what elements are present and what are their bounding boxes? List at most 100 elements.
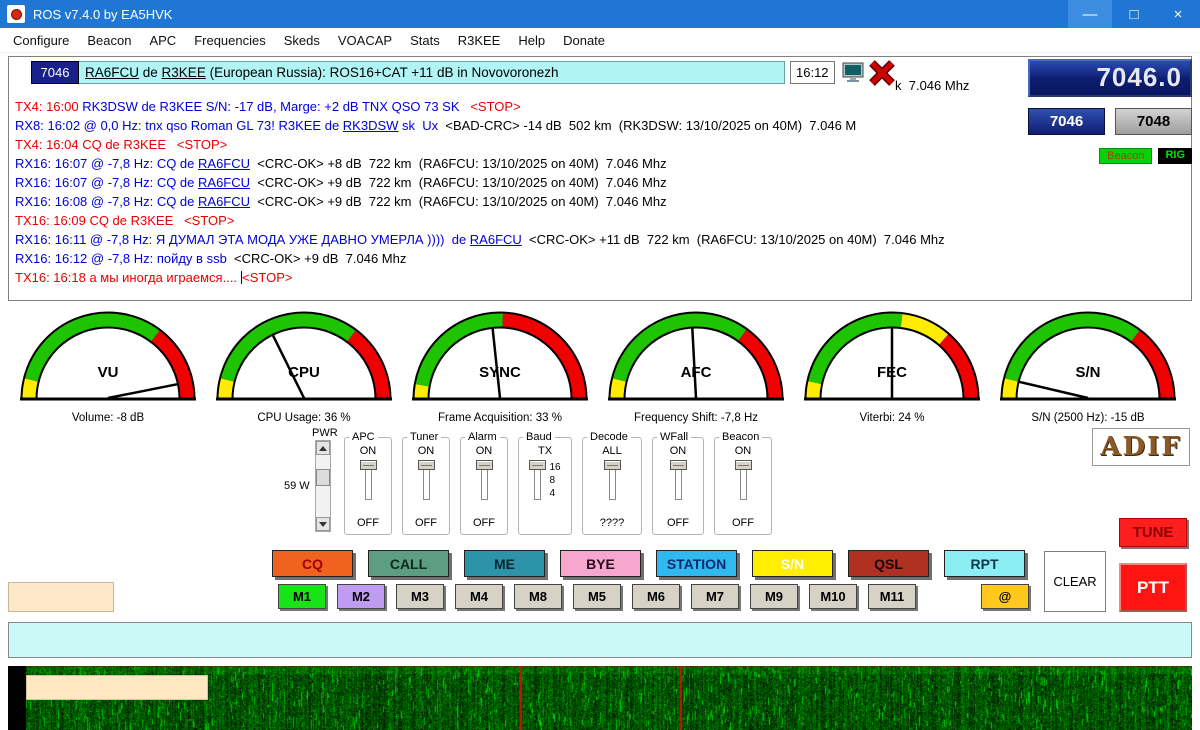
menu-item-apc[interactable]: APC — [140, 28, 185, 52]
group-title: Decode — [587, 431, 631, 443]
menu-item-r3kee[interactable]: R3KEE — [449, 28, 510, 52]
close-button[interactable]: × — [1156, 0, 1200, 28]
gauge-caption: S/N (2500 Hz): -15 dB — [990, 412, 1186, 424]
me-button[interactable]: ME — [464, 550, 545, 577]
decode-switch[interactable] — [604, 460, 621, 500]
gauge-caption: Frame Acquisition: 33 % — [402, 412, 598, 424]
switch-top-label: ON — [403, 445, 449, 457]
adif-button[interactable]: ADIF — [1092, 428, 1190, 466]
callsign-link[interactable]: R3KEE — [162, 65, 206, 80]
alarm-switch[interactable] — [476, 460, 493, 500]
slider-up-arrow[interactable] — [316, 441, 330, 455]
vfo-b-button[interactable]: 7048 — [1115, 108, 1192, 135]
switch-bottom-label: OFF — [403, 517, 449, 529]
callsign-link[interactable]: RA6FCU — [198, 175, 250, 190]
macro-buttons-row2: M1 M2 M3 M4 M8 M5 M6 M7 M9 M10 M11 @ — [278, 584, 1029, 609]
close-popup-icon[interactable] — [868, 60, 896, 86]
m2-button[interactable]: M2 — [337, 584, 385, 609]
cq-button[interactable]: CQ — [272, 550, 353, 577]
m1-button[interactable]: M1 — [278, 584, 326, 609]
baud-switch[interactable] — [529, 460, 546, 500]
apc-switch[interactable] — [360, 460, 377, 500]
svg-text:CPU: CPU — [288, 364, 320, 381]
log-line: RX8: 16:02 @ 0,0 Hz: tnx qso Roman GL 73… — [15, 116, 1189, 135]
menu-item-skeds[interactable]: Skeds — [275, 28, 329, 52]
m8-button[interactable]: M8 — [514, 584, 562, 609]
switch-top-label: TX — [519, 445, 571, 457]
frequency-panel: 7046.0 7046 7048 Beacon RIG — [1028, 59, 1192, 164]
gauge-caption: Frequency Shift: -7,8 Hz — [598, 412, 794, 424]
callsign-link[interactable]: RA6FCU — [198, 194, 250, 209]
qsl-button[interactable]: QSL — [848, 550, 929, 577]
log-line: TX4: 16:00 RK3DSW de R3KEE S/N: -17 dB, … — [15, 97, 1189, 116]
m6-button[interactable]: M6 — [632, 584, 680, 609]
tuner-switch[interactable] — [418, 460, 435, 500]
message-log[interactable]: 7046 RA6FCU de R3KEE (European Russia): … — [8, 56, 1192, 301]
vfo-a-button[interactable]: 7046 — [1028, 108, 1105, 135]
ptt-button[interactable]: PTT — [1119, 563, 1187, 612]
slider-thumb[interactable] — [316, 469, 330, 486]
beacon-indicator[interactable]: Beacon — [1099, 148, 1152, 164]
log-lines: TX4: 16:00 RK3DSW de R3KEE S/N: -17 dB, … — [15, 97, 1189, 287]
callsign-field[interactable] — [8, 582, 114, 612]
power-slider[interactable] — [315, 440, 331, 532]
menu-item-voacap[interactable]: VOACAP — [329, 28, 401, 52]
wfall-switch[interactable] — [670, 460, 687, 500]
menu-item-configure[interactable]: Configure — [4, 28, 78, 52]
monitor-icon[interactable] — [841, 62, 865, 84]
m5-button[interactable]: M5 — [573, 584, 621, 609]
callsign-link[interactable]: RA6FCU — [198, 156, 250, 171]
maximize-button[interactable]: □ — [1112, 0, 1156, 28]
waterfall-display[interactable] — [8, 666, 1192, 730]
menu-item-beacon[interactable]: Beacon — [78, 28, 140, 52]
at-button[interactable]: @ — [981, 584, 1029, 609]
svg-text:AFC: AFC — [681, 364, 712, 381]
switch-top-label: ON — [345, 445, 391, 457]
tune-button[interactable]: TUNE — [1119, 518, 1187, 547]
gauge-caption: Volume: -8 dB — [10, 412, 206, 424]
switch-top-label: ON — [715, 445, 771, 457]
rpt-button[interactable]: RPT — [944, 550, 1025, 577]
tx-message-input[interactable] — [8, 622, 1192, 658]
callsign-link[interactable]: RA6FCU — [85, 65, 139, 80]
toggle-group-wfall: WFallONOFF — [652, 437, 704, 535]
station-button[interactable]: STATION — [656, 550, 737, 577]
log-line: TX16: 16:09 CQ de R3KEE <STOP> — [15, 211, 1189, 230]
m10-button[interactable]: M10 — [809, 584, 857, 609]
gauge-s-n: S/NS/N (2500 Hz): -15 dB — [990, 304, 1186, 424]
menu-item-help[interactable]: Help — [509, 28, 554, 52]
m7-button[interactable]: M7 — [691, 584, 739, 609]
popup-text: de — [139, 65, 162, 80]
callsign-link[interactable]: RA6FCU — [470, 232, 522, 247]
gauge-caption: Viterbi: 24 % — [794, 412, 990, 424]
log-line: RX16: 16:07 @ -7,8 Hz: CQ de RA6FCU <CRC… — [15, 154, 1189, 173]
group-title: Beacon — [719, 431, 762, 443]
m4-button[interactable]: M4 — [455, 584, 503, 609]
call-button[interactable]: CALL — [368, 550, 449, 577]
beacon-switch[interactable] — [735, 460, 752, 500]
bye-button[interactable]: BYE — [560, 550, 641, 577]
toggle-group-apc: APCONOFF — [344, 437, 392, 535]
menu-item-stats[interactable]: Stats — [401, 28, 449, 52]
rig-indicator[interactable]: RIG — [1158, 148, 1192, 164]
gauges: VUVolume: -8 dBCPUCPU Usage: 36 %SYNCFra… — [10, 304, 1186, 424]
slider-down-arrow[interactable] — [316, 517, 330, 531]
popup-message: RA6FCU de R3KEE (European Russia): ROS16… — [79, 61, 785, 84]
log-line-fragment: k 7.046 Mhz — [895, 78, 969, 93]
gauge-sync: SYNCFrame Acquisition: 33 % — [402, 304, 598, 424]
menu-bar: ConfigureBeaconAPCFrequenciesSkedsVOACAP… — [0, 28, 1200, 53]
m11-button[interactable]: M11 — [868, 584, 916, 609]
minimize-button[interactable]: — — [1068, 0, 1112, 28]
power-value: 59 W — [284, 480, 310, 492]
log-line: RX16: 16:08 @ -7,8 Hz: CQ de RA6FCU <CRC… — [15, 192, 1189, 211]
log-line: RX16: 16:11 @ -7,8 Hz: Я ДУМАЛ ЭТА МОДА … — [15, 230, 1189, 249]
m9-button[interactable]: M9 — [750, 584, 798, 609]
m3-button[interactable]: M3 — [396, 584, 444, 609]
s-n-button[interactable]: S/N — [752, 550, 833, 577]
popup-time: 16:12 — [790, 61, 835, 84]
menu-item-frequencies[interactable]: Frequencies — [185, 28, 275, 52]
menu-item-donate[interactable]: Donate — [554, 28, 614, 52]
callsign-link[interactable]: RK3DSW — [343, 118, 399, 133]
group-title: Alarm — [465, 431, 500, 443]
clear-button[interactable]: CLEAR — [1044, 551, 1106, 612]
